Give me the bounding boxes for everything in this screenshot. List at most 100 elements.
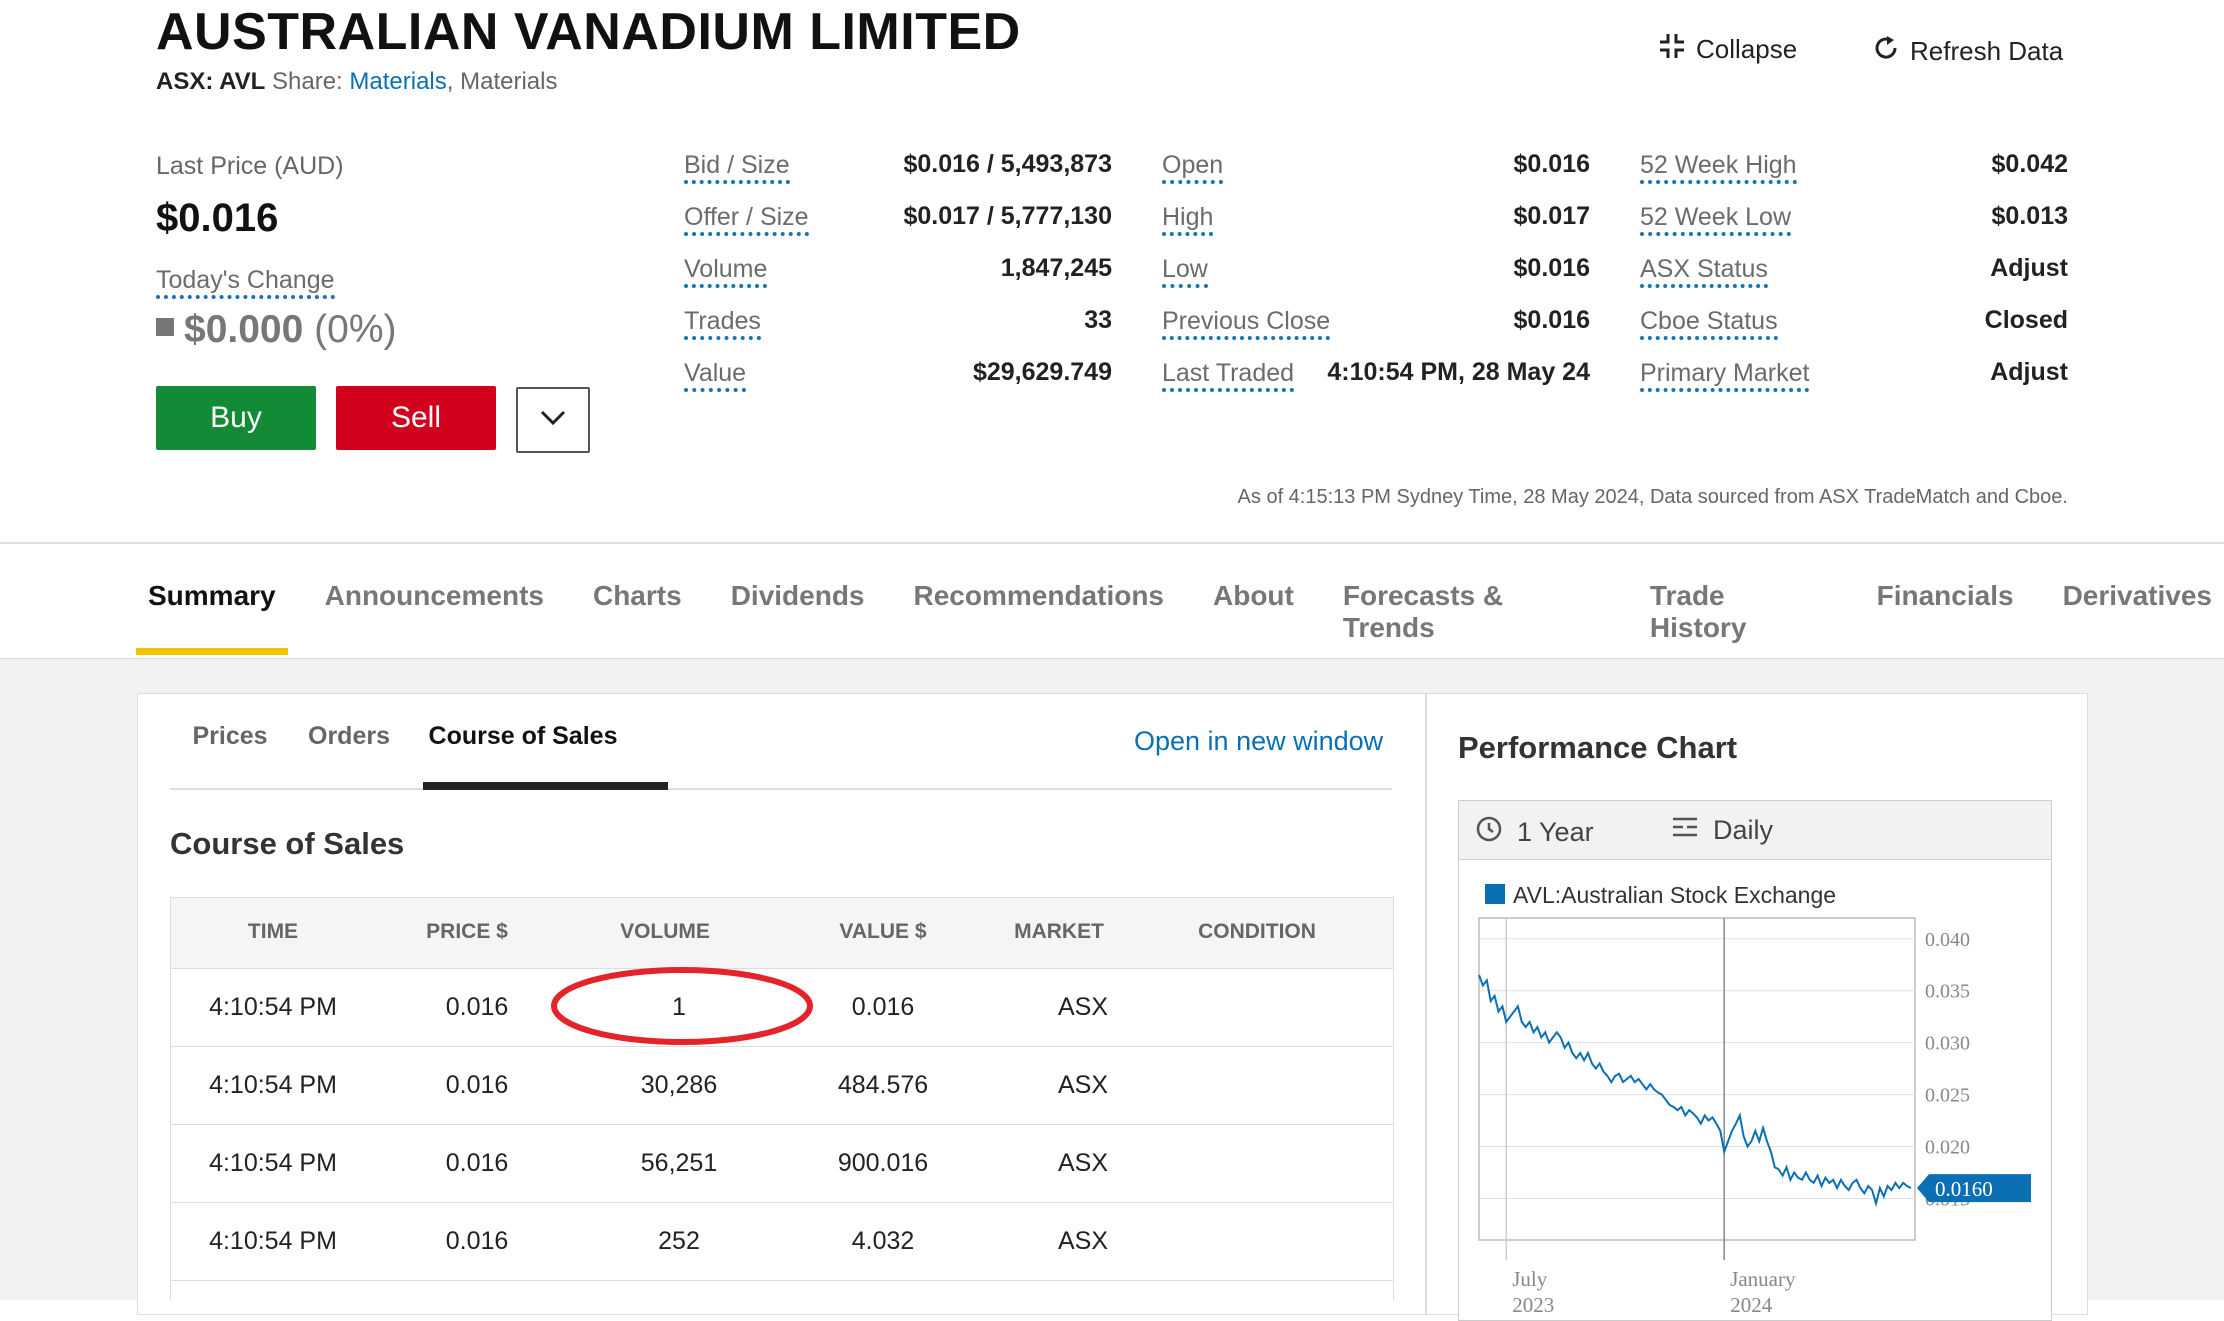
table-cell: 4:10:54 PM <box>209 993 337 1021</box>
tab-announcements[interactable]: Announcements <box>313 580 556 644</box>
stat-label[interactable]: ASX Status <box>1640 254 1768 288</box>
column-header[interactable]: MARKET <box>959 920 1159 944</box>
stat-label[interactable]: Trades <box>684 306 761 340</box>
performance-line-chart: AVL:Australian Stock Exchange 0.040 0.035 0… <box>1478 882 2031 1317</box>
stat-value: 4:10:54 PM, 28 May 24 <box>1327 358 1590 386</box>
refresh-data-button[interactable]: Refresh Data <box>1872 34 2063 69</box>
tab-forecasts-trends[interactable]: Forecasts & Trends <box>1331 580 1613 644</box>
stat-label[interactable]: Primary Market <box>1640 358 1810 392</box>
sell-button[interactable]: Sell <box>336 386 496 450</box>
y-tick-label: 0.020 <box>1925 1137 1970 1159</box>
tab-trade-history[interactable]: Trade History <box>1638 580 1840 644</box>
more-actions-dropdown[interactable] <box>516 387 590 453</box>
column-header[interactable]: VALUE $ <box>783 920 983 944</box>
stat-row: Previous Close $0.016 <box>1162 306 1590 358</box>
sector-rest: , Materials <box>446 68 558 95</box>
buy-button[interactable]: Buy <box>156 386 316 450</box>
change-pct: (0%) <box>314 308 397 351</box>
tab-charts[interactable]: Charts <box>581 580 694 644</box>
stat-label[interactable]: Last Traded <box>1162 358 1295 392</box>
stat-label[interactable]: Volume <box>684 254 768 288</box>
stat-value: Adjust <box>1990 358 2068 386</box>
sub-tab-prices[interactable]: Prices <box>170 722 290 751</box>
last-price: $0.016 <box>156 196 279 240</box>
change-value: $0.000 <box>184 308 304 351</box>
chart-container: AVL:Australian Stock Exchange 0.040 0.035 0… <box>1458 860 2052 1321</box>
tab-about[interactable]: About <box>1201 580 1306 644</box>
table-cell: 484.576 <box>837 1071 929 1099</box>
stat-label[interactable]: Open <box>1162 150 1224 184</box>
tab-summary[interactable]: Summary <box>136 580 288 644</box>
stat-value: $0.017 <box>1513 202 1590 230</box>
table-cell: ASX <box>1057 993 1109 1021</box>
sub-tabs: Prices Orders Course of Sales <box>170 722 638 751</box>
stat-value: $0.016 <box>1513 150 1590 178</box>
table-cell: ASX <box>1057 1227 1109 1255</box>
open-new-window-link[interactable]: Open in new window <box>1134 726 1383 757</box>
table-cell: 56,251 <box>640 1149 718 1177</box>
todays-change-label[interactable]: Today's Change <box>156 265 335 299</box>
legend-label: AVL:Australian Stock Exchange <box>1513 882 1836 908</box>
chevron-down-icon <box>540 410 566 431</box>
plot-frame <box>1478 917 1916 1241</box>
stat-row: 52 Week High $0.042 <box>1640 150 2068 202</box>
sub-tab-course-of-sales[interactable]: Course of Sales <box>408 722 638 751</box>
stat-row: Low $0.016 <box>1162 254 1590 306</box>
stat-value: Closed <box>1984 306 2068 334</box>
stat-label[interactable]: High <box>1162 202 1214 236</box>
refresh-label: Refresh Data <box>1910 36 2064 66</box>
chart-toolbar: 1 Year Daily <box>1458 800 2052 860</box>
sub-tabs-divider <box>170 788 1392 790</box>
stat-value: $0.013 <box>1991 202 2068 230</box>
table-cell: ASX <box>1057 1149 1109 1177</box>
collapse-button[interactable]: Collapse <box>1658 32 1797 67</box>
stat-value: $29,629.749 <box>972 358 1112 386</box>
stat-label[interactable]: 52 Week Low <box>1640 202 1792 236</box>
stat-row: Trades 33 <box>684 306 1112 358</box>
y-tick-label: 0.030 <box>1925 1033 1970 1055</box>
sector-link[interactable]: Materials <box>349 68 446 95</box>
table-row[interactable]: 4:10:54 PM 0.016 56,251 900.016 ASX <box>171 1125 1393 1203</box>
tab-financials[interactable]: Financials <box>1865 580 2026 644</box>
tab-derivatives[interactable]: Derivatives <box>2051 580 2224 644</box>
stat-label[interactable]: Cboe Status <box>1640 306 1778 340</box>
column-header[interactable]: VOLUME <box>565 920 765 944</box>
tab-recommendations[interactable]: Recommendations <box>902 580 1177 644</box>
last-price-label: Last Price (AUD) <box>156 152 344 180</box>
column-header[interactable]: CONDITION <box>1157 920 1357 944</box>
column-header[interactable]: TIME <box>173 920 373 944</box>
stat-label[interactable]: Bid / Size <box>684 150 790 184</box>
table-cell: 0.016 <box>445 1227 509 1255</box>
company-title: AUSTRALIAN VANADIUM LIMITED <box>156 3 1021 61</box>
stat-label[interactable]: 52 Week High <box>1640 150 1797 184</box>
stat-row: Bid / Size $0.016 / 5,493,873 <box>684 150 1112 202</box>
ticker: ASX: AVL <box>156 68 266 95</box>
active-tab-underline <box>136 648 288 655</box>
course-of-sales-table: TIME PRICE $ VOLUME VALUE $ MARKET CONDITION … <box>170 897 1394 1300</box>
table-cell: 0.016 <box>445 1071 509 1099</box>
stat-label[interactable]: Value <box>684 358 747 392</box>
section-title: Course of Sales <box>170 826 405 861</box>
stats-column-3: 52 Week High $0.042 52 Week Low $0.013 ASX S… <box>1640 150 2068 410</box>
stat-row: 52 Week Low $0.013 <box>1640 202 2068 254</box>
stat-row: High $0.017 <box>1162 202 1590 254</box>
interval-selector[interactable]: Daily <box>1671 815 1773 846</box>
table-row[interactable]: 4:10:54 PM 0.016 252 4.032 ASX <box>171 1203 1393 1281</box>
sub-tab-orders[interactable]: Orders <box>290 722 408 751</box>
stat-label[interactable]: Offer / Size <box>684 202 809 236</box>
series-line <box>1478 974 1912 1208</box>
table-cell: 4:10:54 PM <box>209 1071 337 1099</box>
table-cell: ASX <box>1057 1071 1109 1099</box>
column-header[interactable]: PRICE $ <box>367 920 567 944</box>
tab-dividends[interactable]: Dividends <box>719 580 877 644</box>
stat-label[interactable]: Previous Close <box>1162 306 1331 340</box>
stat-label[interactable]: Low <box>1162 254 1208 288</box>
period-selector[interactable]: 1 Year <box>1475 815 1594 850</box>
table-row[interactable]: 4:10:54 PM 0.016 30,286 484.576 ASX <box>171 1047 1393 1125</box>
unchanged-indicator-icon <box>156 318 174 336</box>
stat-value: $0.016 <box>1513 254 1590 282</box>
stat-value: Adjust <box>1990 254 2068 282</box>
table-header-row: TIME PRICE $ VOLUME VALUE $ MARKET CONDITION <box>171 898 1393 969</box>
stat-value: $0.042 <box>1991 150 2068 178</box>
data-source-note: As of 4:15:13 PM Sydney Time, 28 May 202… <box>1237 486 2068 508</box>
